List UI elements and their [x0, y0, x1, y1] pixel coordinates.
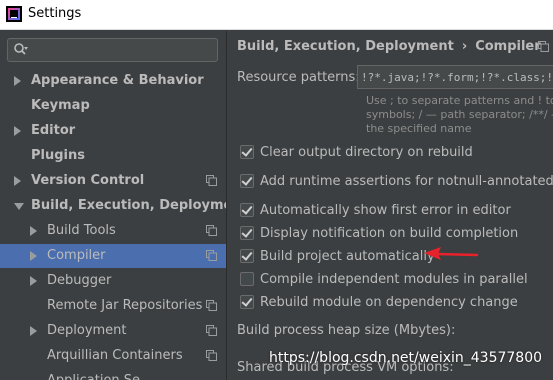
sidebar-item-label: Build, Execution, Deployment: [31, 198, 248, 213]
annotation-arrow-icon: [424, 247, 479, 260]
project-scope-icon: [206, 300, 217, 311]
check-mark-icon: [241, 226, 253, 238]
sidebar-item-label: Debugger: [47, 273, 112, 288]
heap-size-label: Build process heap size (Mbytes):: [237, 323, 456, 338]
watermark: https://blog.csdn.net/weixin_43577800: [269, 350, 543, 366]
sidebar-item-label: Remote Jar Repositories: [47, 298, 203, 313]
expand-arrow-right-icon[interactable]: [30, 251, 37, 261]
option-show-first-error[interactable]: Automatically show first error in editor: [240, 201, 553, 221]
expand-arrow-right-icon[interactable]: [14, 176, 21, 186]
parallel-compile-label[interactable]: Compile independent modules in parallel: [260, 272, 528, 287]
option-runtime-assertions[interactable]: Add runtime assertions for notnull-annot…: [240, 172, 553, 192]
clear-output-checkbox[interactable]: [240, 145, 254, 159]
sidebar-item-build-execution-deployment[interactable]: Build, Execution, Deployment: [0, 194, 248, 218]
sidebar-item-appearance-behavior[interactable]: Appearance & Behavior: [0, 69, 226, 93]
expand-arrow-down-icon[interactable]: [14, 203, 24, 210]
sidebar-item-label: Deployment: [47, 323, 127, 338]
sidebar-item-label: Appearance & Behavior: [31, 73, 204, 88]
rebuild-on-dependency-label[interactable]: Rebuild module on dependency change: [260, 295, 518, 310]
clear-output-label[interactable]: Clear output directory on rebuild: [260, 145, 473, 160]
expand-arrow-right-icon[interactable]: [30, 276, 37, 286]
runtime-assertions-checkbox[interactable]: [240, 174, 254, 188]
sidebar-item-application-se[interactable]: Application Se...: [0, 369, 226, 380]
show-first-error-checkbox[interactable]: [240, 203, 254, 217]
check-mark-icon: [241, 203, 253, 215]
sidebar-item-label: Arquillian Containers: [47, 348, 183, 363]
show-first-error-label[interactable]: Automatically show first error in editor: [260, 203, 511, 218]
search-input[interactable]: [36, 41, 212, 59]
option-rebuild-on-dependency[interactable]: Rebuild module on dependency change: [240, 293, 553, 313]
window-title: Settings: [28, 6, 82, 21]
project-scope-icon: [206, 250, 217, 261]
sidebar-item-label: Keymap: [31, 98, 90, 113]
sidebar-item-keymap[interactable]: Keymap: [0, 94, 226, 118]
option-build-notification[interactable]: Display notification on build completion: [240, 224, 553, 244]
sidebar-item-plugins[interactable]: Plugins: [0, 144, 226, 168]
title-bar: Settings: [0, 0, 553, 30]
compiler-settings-panel: Build, Execution, Deployment › Compiler Re…: [227, 31, 553, 380]
resource-patterns-input[interactable]: [357, 65, 553, 89]
sidebar-item-deployment[interactable]: Deployment: [0, 319, 226, 343]
breadcrumb-separator: ›: [461, 39, 468, 54]
breadcrumb: Build, Execution, Deployment › Compiler: [237, 39, 541, 54]
sidebar-item-version-control[interactable]: Version Control: [0, 169, 226, 193]
breadcrumb-parent: Build, Execution, Deployment: [237, 39, 454, 54]
rebuild-on-dependency-checkbox[interactable]: [240, 295, 254, 309]
expand-arrow-right-icon[interactable]: [14, 126, 21, 136]
intellij-logo-icon: [6, 6, 22, 22]
resource-patterns-label: Resource patterns:: [237, 70, 360, 85]
sidebar-item-editor[interactable]: Editor: [0, 119, 226, 143]
sidebar-item-debugger[interactable]: Debugger: [0, 269, 226, 293]
sidebar-item-label: Application Se...: [47, 373, 152, 380]
project-scope-icon: [206, 350, 217, 361]
sidebar-item-label: Editor: [31, 123, 76, 138]
option-parallel-compile[interactable]: Compile independent modules in parallel: [240, 270, 553, 290]
parallel-compile-checkbox[interactable]: [240, 272, 254, 286]
hint-line: Use ; to separate patterns and ! to nega…: [366, 94, 553, 107]
sidebar-item-build-tools[interactable]: Build Tools: [0, 219, 226, 243]
sidebar-item-label: Version Control: [31, 173, 145, 188]
hint-line: the specified name: [366, 122, 472, 135]
hint-line: symbols; / — path separator; /**/ — any: [366, 108, 553, 121]
sidebar-item-remote-jar-repositories[interactable]: Remote Jar Repositories: [0, 294, 226, 318]
build-notification-checkbox[interactable]: [240, 226, 254, 240]
build-notification-label[interactable]: Display notification on build completion: [260, 226, 518, 241]
expand-arrow-right-icon[interactable]: [30, 226, 37, 236]
check-mark-icon: [241, 174, 253, 186]
check-mark-icon: [241, 249, 253, 261]
sidebar-item-arquillian-containers[interactable]: Arquillian Containers: [0, 344, 226, 368]
check-mark-icon: [241, 145, 253, 157]
search-icon[interactable]: [13, 42, 29, 58]
runtime-assertions-label[interactable]: Add runtime assertions for notnull-annot…: [260, 174, 553, 189]
project-scope-icon: [206, 175, 217, 186]
check-mark-icon: [241, 295, 253, 307]
option-build-automatically[interactable]: Build project automatically: [240, 247, 553, 267]
expand-arrow-right-icon[interactable]: [14, 76, 21, 86]
expand-arrow-right-icon[interactable]: [30, 326, 37, 336]
sidebar-item-label: Plugins: [31, 148, 85, 163]
build-automatically-label[interactable]: Build project automatically: [260, 249, 435, 264]
search-box[interactable]: [7, 38, 218, 62]
sidebar-item-compiler[interactable]: Compiler: [0, 244, 226, 268]
sidebar-item-label: Compiler: [47, 248, 106, 263]
sidebar-item-label: Build Tools: [47, 223, 116, 238]
project-scope-icon: [538, 41, 549, 52]
build-automatically-checkbox[interactable]: [240, 249, 254, 263]
option-clear-output[interactable]: Clear output directory on rebuild: [240, 143, 553, 163]
breadcrumb-current: Compiler: [475, 39, 541, 54]
project-scope-icon: [206, 325, 217, 336]
settings-sidebar: Appearance & Behavior Keymap Editor Plugins…: [0, 31, 248, 380]
resource-patterns-hint: Use ; to separate patterns and ! to nega…: [366, 94, 553, 136]
project-scope-icon: [206, 225, 217, 236]
